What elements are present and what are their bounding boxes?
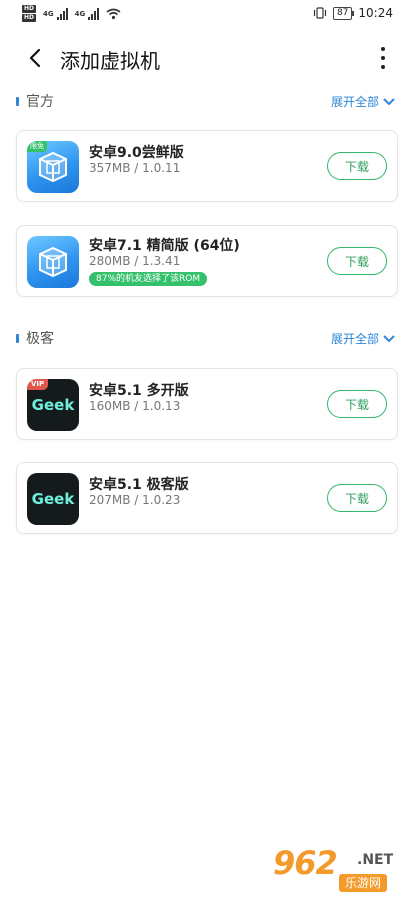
network-type-1: 4G bbox=[43, 9, 54, 18]
app-name: 安卓5.1 极客版 bbox=[89, 477, 189, 493]
signal-1-icon bbox=[56, 7, 68, 20]
geek-logo-text: Geek bbox=[31, 396, 75, 414]
section-marker bbox=[16, 334, 19, 343]
app-size-version: 280MB / 1.3.41 bbox=[89, 254, 181, 268]
download-button[interactable]: 下载 bbox=[327, 152, 387, 180]
watermark-number: 962 bbox=[273, 844, 338, 882]
rom-card[interactable]: Geek VIP 安卓5.1 多开版 160MB / 1.0.13 下载 bbox=[16, 368, 398, 440]
app-icon: Geek bbox=[27, 473, 79, 525]
section-marker bbox=[16, 97, 19, 106]
status-right: 87 10:24 bbox=[313, 6, 393, 20]
app-icon bbox=[27, 236, 79, 288]
rom-card[interactable]: Geek 安卓5.1 极客版 207MB / 1.0.23 下载 bbox=[16, 462, 398, 534]
page-title: 添加虚拟机 bbox=[60, 49, 160, 73]
app-size-version: 357MB / 1.0.11 bbox=[89, 161, 181, 175]
app-name: 安卓9.0尝鲜版 bbox=[89, 145, 184, 161]
download-button[interactable]: 下载 bbox=[327, 484, 387, 512]
status-bar: HD 1 HD 2 4G 4G 87 10:24 bbox=[0, 0, 415, 30]
section-title: 极客 bbox=[26, 331, 54, 347]
app-name: 安卓7.1 精简版 (64位) bbox=[89, 238, 240, 254]
back-button[interactable] bbox=[22, 45, 48, 71]
vip-tag: VIP bbox=[27, 379, 49, 390]
more-options-button[interactable] bbox=[373, 43, 393, 73]
rom-card[interactable]: 限免 安卓9.0尝鲜版 357MB / 1.0.11 下载 bbox=[16, 130, 398, 202]
more-dot-icon bbox=[381, 47, 385, 51]
chevron-left-icon bbox=[29, 48, 41, 68]
app-size-version: 160MB / 1.0.13 bbox=[89, 399, 181, 413]
section-title: 官方 bbox=[26, 94, 54, 110]
rom-card[interactable]: 安卓7.1 精简版 (64位) 280MB / 1.3.41 87%的机友选择了… bbox=[16, 225, 398, 297]
hd2-indicator: HD 2 bbox=[22, 14, 36, 29]
expand-all-button[interactable]: 展开全部 bbox=[331, 92, 395, 112]
download-button[interactable]: 下载 bbox=[327, 390, 387, 418]
watermark-subtitle: 乐游网 bbox=[339, 874, 388, 892]
chevron-down-icon bbox=[383, 335, 395, 343]
site-watermark: 962 .NET 乐游网 bbox=[269, 844, 409, 896]
download-button[interactable]: 下载 bbox=[327, 247, 387, 275]
virtual-box-icon bbox=[39, 246, 67, 278]
virtual-box-icon bbox=[39, 151, 67, 183]
status-left: HD 1 HD 2 4G 4G bbox=[22, 5, 121, 29]
app-name: 安卓5.1 多开版 bbox=[89, 383, 189, 399]
expand-all-button[interactable]: 展开全部 bbox=[331, 329, 395, 349]
popularity-badge: 87%的机友选择了该ROM bbox=[89, 272, 208, 286]
section-header-official: 官方 展开全部 bbox=[0, 92, 415, 112]
app-header: 添加虚拟机 bbox=[0, 36, 415, 80]
app-icon: 限免 bbox=[27, 141, 79, 193]
expand-all-label: 展开全部 bbox=[330, 332, 379, 346]
battery-icon: 87 bbox=[332, 6, 355, 20]
limited-free-tag: 限免 bbox=[27, 141, 47, 152]
more-dot-icon bbox=[381, 65, 385, 69]
section-header-geek: 极客 展开全部 bbox=[0, 329, 415, 349]
vibrate-icon bbox=[313, 7, 327, 19]
expand-all-label: 展开全部 bbox=[330, 95, 379, 109]
clock: 10:24 bbox=[358, 6, 393, 20]
app-icon: Geek VIP bbox=[27, 379, 79, 431]
watermark-domain: .NET bbox=[357, 852, 394, 868]
geek-logo-text: Geek bbox=[31, 490, 75, 508]
signal-2-icon bbox=[88, 7, 100, 20]
more-dot-icon bbox=[381, 56, 385, 60]
hd1-indicator: HD 1 bbox=[22, 5, 36, 20]
chevron-down-icon bbox=[383, 98, 395, 106]
wifi-icon bbox=[106, 8, 121, 19]
network-type-2: 4G bbox=[74, 9, 86, 18]
app-size-version: 207MB / 1.0.23 bbox=[89, 493, 181, 507]
